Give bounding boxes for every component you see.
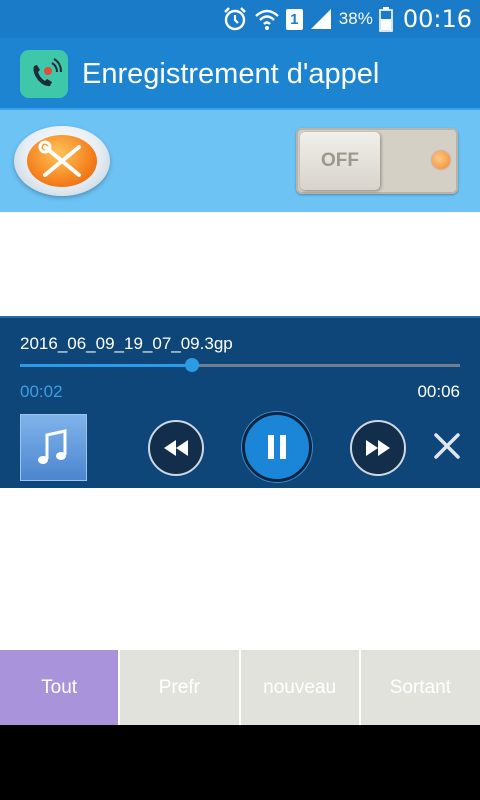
app-bar: Enregistrement d'appel bbox=[0, 38, 480, 110]
battery-percent: 38% bbox=[338, 9, 373, 28]
recordings-list bbox=[0, 488, 480, 650]
navigation-bar-area bbox=[0, 725, 480, 800]
player-filename: 2016_06_09_19_07_09.3gp bbox=[20, 334, 233, 353]
tab-sortant[interactable]: Sortant bbox=[360, 650, 480, 725]
wifi-icon bbox=[254, 9, 279, 30]
seek-bar[interactable] bbox=[20, 358, 460, 372]
recordings-list-top bbox=[0, 212, 480, 316]
seek-thumb[interactable] bbox=[184, 358, 199, 372]
status-icons: 1 38% 00:16 bbox=[222, 0, 472, 38]
toggle-indicator bbox=[432, 151, 450, 169]
album-art bbox=[20, 414, 87, 481]
alarm-icon bbox=[223, 7, 246, 31]
tab-nouveau[interactable]: nouveau bbox=[240, 650, 361, 725]
sim-icon: 1 bbox=[285, 8, 303, 30]
clock: 00:16 bbox=[402, 5, 472, 33]
call-recorder-icon[interactable] bbox=[20, 50, 68, 98]
rewind-icon bbox=[164, 440, 188, 456]
current-time: 00:02 bbox=[20, 382, 63, 401]
status-bar: 1 38% 00:16 bbox=[0, 0, 480, 38]
tools-icon bbox=[27, 135, 97, 187]
tab-prefr[interactable]: Prefr bbox=[120, 650, 241, 725]
close-icon[interactable] bbox=[430, 429, 464, 463]
filter-tabs: Tout Prefr nouveau Sortant bbox=[0, 650, 480, 725]
toggle-off-label: OFF bbox=[300, 132, 380, 190]
tab-tout[interactable]: Tout bbox=[0, 650, 121, 725]
signal-icon bbox=[310, 9, 331, 29]
recording-toggle[interactable]: OFF bbox=[296, 128, 458, 194]
app-title: Enregistrement d'appel bbox=[82, 58, 380, 90]
total-time: 00:06 bbox=[417, 382, 460, 401]
seek-progress bbox=[20, 364, 192, 367]
battery-icon bbox=[379, 7, 393, 32]
settings-button[interactable] bbox=[14, 126, 110, 196]
music-note-icon bbox=[38, 429, 67, 464]
fast-forward-button[interactable] bbox=[350, 420, 406, 476]
audio-player: 2016_06_09_19_07_09.3gp 00:02 00:06 bbox=[0, 316, 480, 490]
rewind-button[interactable] bbox=[148, 420, 204, 476]
fast-forward-icon bbox=[366, 440, 390, 456]
pause-button[interactable] bbox=[242, 412, 312, 482]
pause-icon bbox=[268, 435, 286, 459]
